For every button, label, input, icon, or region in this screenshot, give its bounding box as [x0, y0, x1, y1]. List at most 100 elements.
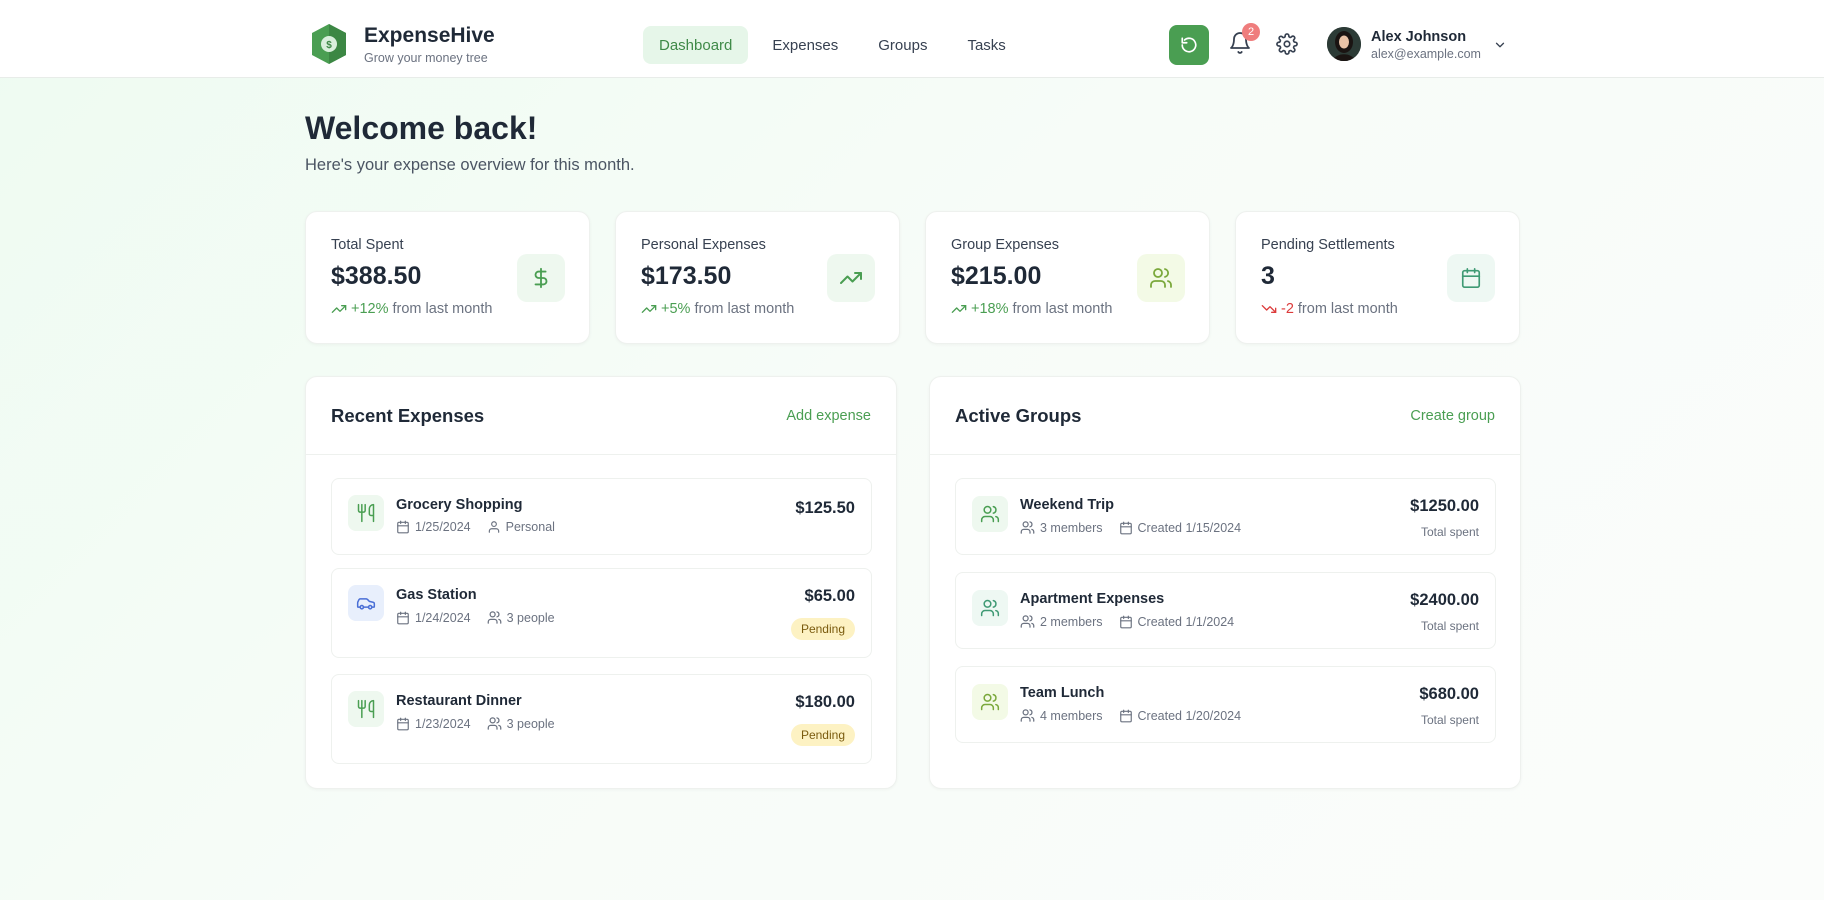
- nav-dashboard[interactable]: Dashboard: [643, 26, 749, 64]
- expense-icon-box: [348, 585, 384, 621]
- calendar-icon: [1119, 709, 1132, 722]
- nav-groups[interactable]: Groups: [862, 26, 943, 64]
- calendar-icon: [1119, 521, 1132, 534]
- calendar-icon: [1119, 615, 1132, 628]
- group-amount-label: Total spent: [1420, 525, 1479, 539]
- expense-row[interactable]: Gas Station 1/24/2024 3 people $65.00 Pe…: [331, 568, 872, 658]
- calendar-icon: [397, 717, 409, 730]
- expense-meta: 1/25/2024 Personal: [396, 520, 571, 534]
- utensils-icon: [357, 503, 375, 523]
- expense-date: 1/25/2024: [415, 520, 471, 534]
- expense-date: 1/24/2024: [415, 610, 471, 625]
- add-expense-link[interactable]: Add expense: [786, 408, 871, 424]
- stat-change-value: +5%: [661, 301, 691, 317]
- users-icon: [1020, 615, 1035, 628]
- expense-icon-box: [348, 495, 384, 531]
- avatar: [1327, 27, 1361, 61]
- group-row[interactable]: Weekend Trip 3 members Created 1/15/2024…: [955, 478, 1496, 555]
- stat-value: $388.50: [331, 262, 422, 290]
- brand-tagline: Grow your money tree: [364, 51, 488, 65]
- expense-row[interactable]: Restaurant Dinner 1/23/2024 3 people $18…: [331, 674, 872, 764]
- chevron-down-icon[interactable]: [1493, 38, 1507, 52]
- stat-change: +18% from last month: [951, 301, 1112, 317]
- group-icon-box: [972, 590, 1008, 626]
- group-row[interactable]: Apartment Expenses 2 members Created 1/1…: [955, 572, 1496, 649]
- group-amount: $1250.00: [1410, 497, 1479, 515]
- group-members: 3 members: [1040, 520, 1103, 535]
- top-header: $ ExpenseHive Grow your money tree Dashb…: [0, 0, 1824, 78]
- refresh-button[interactable]: [1169, 25, 1209, 65]
- page-title: Welcome back!: [305, 110, 538, 146]
- stat-change-suffix: from last month: [1297, 301, 1398, 317]
- expense-title: Gas Station: [396, 587, 477, 603]
- calendar-icon: [397, 520, 409, 534]
- group-amount-label: Total spent: [1420, 619, 1479, 633]
- stat-label: Pending Settlements: [1261, 237, 1395, 253]
- group-meta: 3 members Created 1/15/2024: [1020, 520, 1257, 535]
- stat-change: +12% from last month: [331, 301, 492, 317]
- group-icon-box: [972, 496, 1008, 532]
- expense-people: 3 people: [506, 610, 555, 625]
- stat-value: $173.50: [641, 262, 732, 290]
- expense-title: Restaurant Dinner: [396, 693, 522, 709]
- notification-badge: 2: [1242, 23, 1260, 41]
- active-groups-panel: Active Groups Create group Weekend Trip …: [929, 376, 1521, 789]
- stat-icon-box: [1447, 254, 1495, 302]
- stat-change-suffix: from last month: [694, 301, 795, 317]
- nav-tasks[interactable]: Tasks: [951, 26, 1021, 64]
- stat-value: 3: [1261, 262, 1275, 290]
- expense-type: Personal: [505, 520, 555, 534]
- status-badge: Pending: [790, 618, 855, 640]
- gear-icon[interactable]: [1276, 33, 1298, 55]
- svg-text:$: $: [326, 40, 332, 51]
- stat-label: Group Expenses: [951, 237, 1060, 253]
- panel-header: Active Groups Create group: [930, 377, 1520, 455]
- panel-title: Recent Expenses: [331, 405, 485, 426]
- group-created: Created 1/1/2024: [1137, 614, 1235, 629]
- stat-card-personal-expenses: Personal Expenses $173.50 +5% from last …: [615, 211, 900, 344]
- stat-value: $215.00: [951, 262, 1042, 290]
- group-amount-label: Total spent: [1420, 713, 1479, 727]
- stat-icon-box: [827, 254, 875, 302]
- users-icon: [980, 599, 1000, 617]
- users-icon: [980, 505, 1000, 523]
- expense-amount: $180.00: [795, 693, 855, 711]
- group-meta: 2 members Created 1/1/2024: [1020, 614, 1250, 629]
- expense-row[interactable]: Grocery Shopping 1/25/2024 Personal $125…: [331, 478, 872, 555]
- create-group-link[interactable]: Create group: [1410, 408, 1495, 424]
- stat-card-group-expenses: Group Expenses $215.00 +18% from last mo…: [925, 211, 1210, 344]
- group-title: Team Lunch: [1020, 685, 1105, 701]
- users-icon: [1150, 268, 1172, 288]
- stat-change-value: +18%: [971, 301, 1009, 317]
- group-meta: 4 members Created 1/20/2024: [1020, 708, 1257, 723]
- user-icon: [488, 521, 499, 533]
- stat-change-suffix: from last month: [1012, 301, 1113, 317]
- nav-expenses[interactable]: Expenses: [756, 26, 854, 64]
- expense-meta: 1/23/2024 3 people: [396, 716, 571, 731]
- refresh-icon: [1181, 37, 1197, 53]
- expense-amount: $65.00: [804, 587, 855, 605]
- users-icon: [1020, 521, 1035, 534]
- group-created: Created 1/20/2024: [1137, 708, 1242, 723]
- group-members: 4 members: [1040, 708, 1103, 723]
- expense-date: 1/23/2024: [415, 716, 471, 731]
- brand[interactable]: $ ExpenseHive Grow your money tree: [310, 22, 495, 66]
- stat-change-suffix: from last month: [392, 301, 493, 317]
- user-name: Alex Johnson: [1371, 28, 1467, 45]
- user-email: alex@example.com: [1371, 46, 1481, 61]
- stat-change: +5% from last month: [641, 301, 794, 317]
- stat-label: Total Spent: [331, 237, 404, 253]
- group-members: 2 members: [1040, 614, 1103, 629]
- trending-up-icon: [951, 305, 967, 313]
- expense-title: Grocery Shopping: [396, 497, 523, 513]
- main-nav: Dashboard Expenses Groups Tasks: [643, 26, 1030, 64]
- car-icon: [356, 598, 376, 610]
- brand-name: ExpenseHive: [364, 24, 495, 47]
- users-icon: [980, 693, 1000, 711]
- group-row[interactable]: Team Lunch 4 members Created 1/20/2024 $…: [955, 666, 1496, 743]
- user-menu[interactable]: Alex Johnson alex@example.com: [1327, 27, 1481, 61]
- expense-people: 3 people: [506, 716, 555, 731]
- stat-card-total-spent: Total Spent $388.50 +12% from last month: [305, 211, 590, 344]
- stat-change-value: +12%: [351, 301, 389, 317]
- expense-icon-box: [348, 691, 384, 727]
